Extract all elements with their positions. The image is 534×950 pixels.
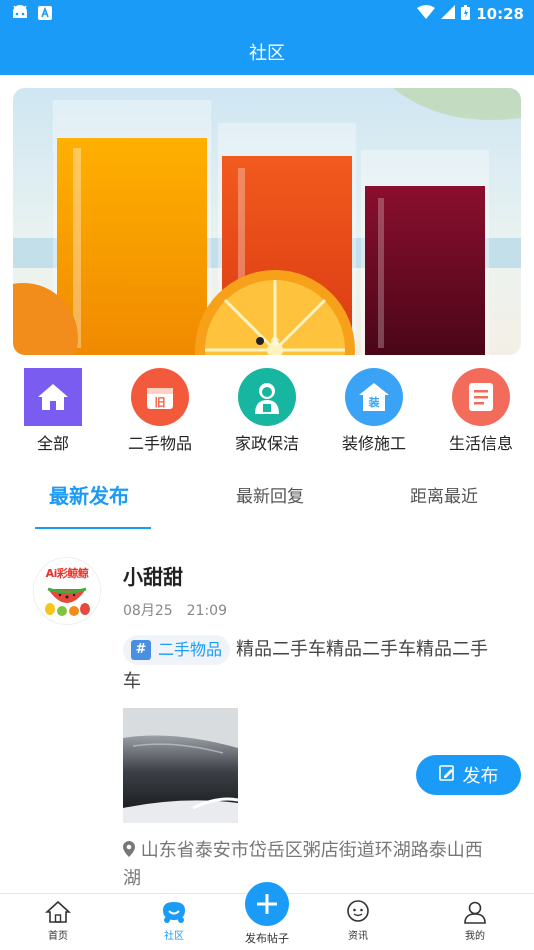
cleaner-icon [238,368,296,426]
create-post-button[interactable] [245,882,289,926]
nav-home[interactable]: 首页 [18,900,98,942]
avatar-logo-text: Ai彩鲸鲸 [45,567,89,580]
nav-community-label: 社区 [164,931,184,942]
status-bar: 10:28 [0,0,534,28]
chat-bubble-icon [347,900,369,922]
category-label: 全部 [36,434,69,453]
tab-nearest[interactable]: 距离最近 [410,482,478,507]
post-content[interactable]: # 二手物品 精品二手车精品二手车精品二手车 [123,634,503,698]
post-time: 08月25 21:09 [123,603,227,619]
user-icon [464,901,486,924]
category-renovation[interactable]: 装 装修施工 [324,368,424,454]
battery-icon [461,4,471,24]
tag-label: 二手物品 [158,640,223,659]
plus-icon [257,894,277,914]
category-label: 家政保洁 [234,434,299,453]
keyboard-icon [38,5,52,24]
page-title: 社区 [249,42,285,64]
publish-label: 发布 [462,766,499,787]
nav-mine-label: 我的 [465,931,485,942]
nav-community[interactable]: 社区 [134,900,214,942]
hash-icon: # [131,640,151,660]
post-card[interactable]: Ai彩鲸鲸 小甜甜 08月25 21:09 # 二手物品 精品二手车精品二手车精… [0,545,534,895]
create-post-label: 发布帖子 [245,932,289,945]
home-outline-icon [45,900,71,923]
carousel-dot[interactable] [270,337,279,345]
post-image[interactable] [123,708,238,823]
wifi-icon [417,5,436,23]
category-all[interactable]: 全部 [3,368,103,454]
nav-news-label: 资讯 [348,931,368,942]
home-icon [24,368,82,426]
renovation-icon: 装 [345,368,403,426]
tab-latest-replies[interactable]: 最新回复 [236,482,304,507]
category-cleaning[interactable]: 家政保洁 [217,368,317,454]
bottom-nav: 首页 社区 发布帖子 资讯 我的 [0,882,534,950]
banner-image [13,88,521,355]
tab-latest-posts[interactable]: 最新发布 [49,480,129,509]
category-label: 二手物品 [127,434,192,453]
android-icon [10,4,30,24]
location-pin-icon [123,840,141,861]
avatar[interactable]: Ai彩鲸鲸 [33,557,101,625]
header: 10:28 社区 [0,0,534,75]
nav-news[interactable]: 资讯 [318,900,398,942]
category-secondhand[interactable]: 旧 二手物品 [110,368,210,454]
publish-button[interactable]: 发布 [416,755,521,795]
category-label: 装修施工 [341,434,406,453]
fruit-icon [45,587,90,616]
life-info-icon [452,368,510,426]
nav-home-label: 首页 [48,931,68,942]
active-tab-indicator [35,527,151,529]
secondhand-icon: 旧 [131,368,189,426]
category-life-info[interactable]: 生活信息 [431,368,531,454]
signal-icon [441,5,456,23]
banner-carousel[interactable] [13,88,521,355]
feed-tabs: 最新发布 最新回复 距离最近 [0,470,534,530]
carousel-dot[interactable] [255,337,264,345]
post-username[interactable]: 小甜甜 [123,561,183,590]
category-label: 生活信息 [448,434,513,453]
category-grid: 全部 旧 二手物品 家政保洁 装 装修施工 生活信息 [0,368,534,458]
edit-icon [438,764,455,786]
post-location: 山东省泰安市岱岳区粥店街道环湖路泰山西湖 [123,837,493,893]
status-time: 10:28 [476,5,524,23]
svg-text:旧: 旧 [155,396,166,409]
post-tag[interactable]: # 二手物品 [123,635,231,665]
nav-mine[interactable]: 我的 [435,900,515,942]
carousel-dots [13,337,521,345]
location-text: 山东省泰安市岱岳区粥店街道环湖路泰山西湖 [123,840,483,889]
svg-text:装: 装 [368,395,380,409]
community-icon [163,902,185,923]
